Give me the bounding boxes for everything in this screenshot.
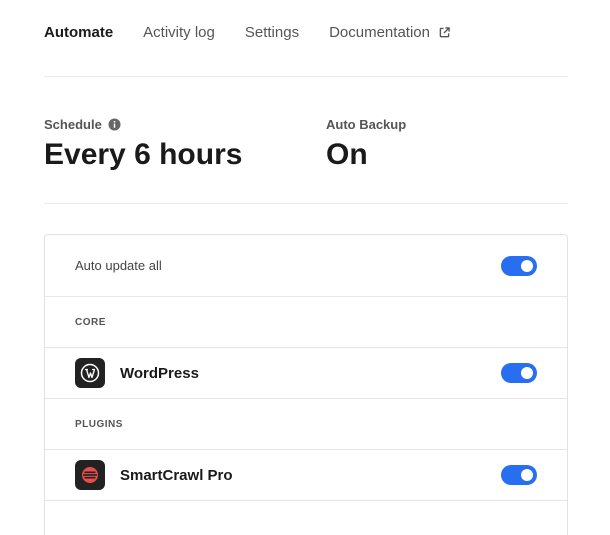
auto-update-all-toggle[interactable] (501, 255, 537, 276)
smartcrawl-pro-name: SmartCrawl Pro (120, 466, 233, 484)
nav-tabs: Automate Activity log Settings Documenta… (44, 22, 480, 42)
smartcrawl-pro-toggle[interactable] (501, 465, 537, 485)
smartcrawl-logo-icon (75, 460, 105, 490)
tab-documentation-label: Documentation (329, 23, 430, 41)
list-item-wordpress: WordPress (45, 348, 567, 399)
schedule-stat: Schedule Every 6 hours (44, 116, 242, 172)
list-item-smartcrawl-pro: SmartCrawl Pro (45, 450, 567, 501)
tab-settings-label: Settings (244, 23, 300, 41)
toggle-knob (521, 259, 533, 272)
wordpress-logo-icon (75, 358, 105, 388)
tab-automate[interactable]: Automate (44, 24, 113, 41)
toggle-knob (521, 367, 533, 379)
tab-documentation[interactable]: Documentation (329, 24, 450, 41)
auto-update-all-label: Auto update all (75, 258, 162, 273)
core-section-header: CORE (45, 297, 567, 348)
auto-update-panel: Auto update all CORE WordPress PLUGINS S… (44, 234, 568, 535)
external-link-icon (439, 26, 450, 38)
tab-automate-label: Automate (44, 23, 114, 41)
auto-backup-value: On (326, 138, 368, 171)
wordpress-toggle[interactable] (501, 363, 537, 383)
wordpress-name: WordPress (120, 364, 199, 382)
tab-activity-log-label: Activity log (143, 23, 215, 41)
tab-settings[interactable]: Settings (245, 24, 299, 41)
plugins-section-header: PLUGINS (45, 399, 567, 450)
schedule-label: Schedule (44, 116, 102, 132)
auto-backup-label: Auto Backup (326, 116, 407, 132)
info-icon[interactable] (108, 117, 121, 131)
stats-divider (44, 203, 568, 204)
core-section-label: CORE (75, 316, 106, 328)
header-divider (44, 76, 568, 77)
plugins-section-label: PLUGINS (75, 418, 123, 430)
toggle-knob (521, 469, 533, 481)
tab-activity-log[interactable]: Activity log (143, 24, 215, 41)
schedule-value: Every 6 hours (44, 138, 243, 171)
auto-update-all-row: Auto update all (45, 235, 567, 297)
auto-backup-stat: Auto Backup On (326, 116, 406, 172)
